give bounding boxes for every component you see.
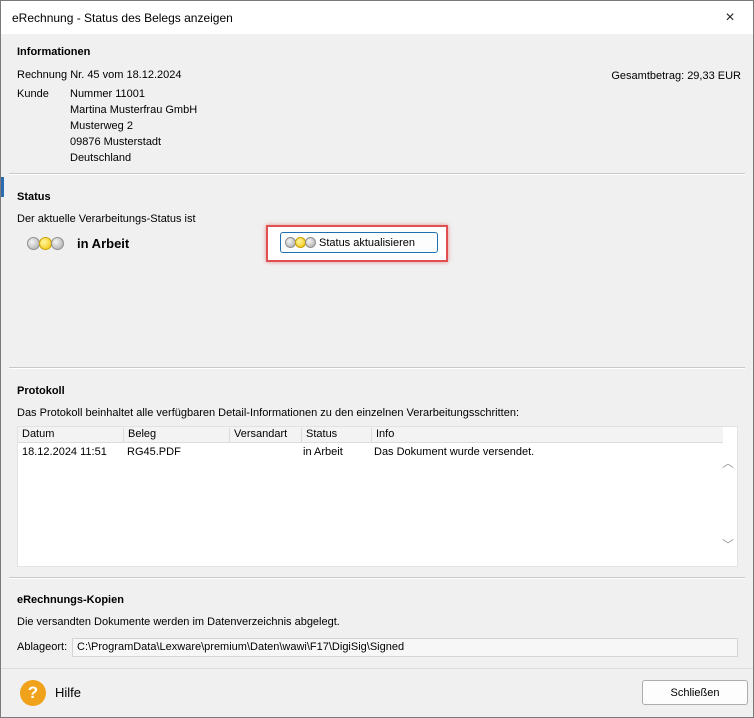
- scroll-down-icon[interactable]: ﹀: [722, 539, 734, 551]
- cell-status: in Arbeit: [303, 446, 343, 458]
- path-label: Ablageort:: [17, 641, 68, 653]
- copies-description: Die versandten Dokumente werden im Daten…: [17, 616, 340, 628]
- storage-path-field[interactable]: C:\ProgramData\Lexware\premium\Daten\waw…: [72, 638, 738, 657]
- column-header-beleg[interactable]: Beleg: [124, 428, 230, 442]
- cell-beleg: RG45.PDF: [127, 446, 181, 458]
- help-icon[interactable]: ?: [20, 680, 46, 706]
- divider: [9, 577, 745, 579]
- copies-heading: eRechnungs-Kopien: [17, 594, 124, 606]
- customer-name: Martina Musterfrau GmbH: [70, 104, 198, 116]
- divider: [9, 173, 745, 175]
- title-bar: eRechnung - Status des Belegs anzeigen ×: [1, 1, 753, 34]
- table-header: Datum Beleg Versandart Status Info: [18, 427, 723, 443]
- protocol-heading: Protokoll: [17, 385, 65, 397]
- cell-info: Das Dokument wurde versendet.: [374, 446, 535, 458]
- status-light-icon: [285, 237, 316, 248]
- status-value: in Arbeit: [77, 236, 130, 251]
- dialog-window: eRechnung - Status des Belegs anzeigen ×…: [0, 0, 754, 718]
- status-description: Der aktuelle Verarbeitungs-Status ist: [17, 213, 196, 225]
- divider: [9, 367, 745, 369]
- close-icon[interactable]: ×: [707, 1, 753, 34]
- window-title: eRechnung - Status des Belegs anzeigen: [12, 11, 233, 25]
- column-header-datum[interactable]: Datum: [18, 428, 124, 442]
- refresh-status-label: Status aktualisieren: [319, 236, 415, 249]
- customer-street: Musterweg 2: [70, 120, 133, 132]
- total-amount: Gesamtbetrag: 29,33 EUR: [611, 70, 741, 82]
- info-heading: Informationen: [17, 46, 91, 58]
- scroll-up-icon[interactable]: ︿: [722, 457, 734, 469]
- protocol-description: Das Protokoll beinhaltet alle verfügbare…: [17, 407, 520, 419]
- column-header-versandart[interactable]: Versandart: [230, 428, 302, 442]
- protocol-table[interactable]: Datum Beleg Versandart Status Info 18.12…: [17, 426, 738, 567]
- refresh-status-button[interactable]: Status aktualisieren: [280, 232, 438, 253]
- help-label[interactable]: Hilfe: [55, 685, 81, 700]
- column-header-status[interactable]: Status: [302, 428, 372, 442]
- customer-label: Kunde: [17, 88, 49, 100]
- invoice-line: Rechnung Nr. 45 vom 18.12.2024: [17, 69, 182, 81]
- column-header-info[interactable]: Info: [372, 428, 723, 442]
- left-edge-marker: [1, 177, 4, 197]
- status-heading: Status: [17, 191, 51, 203]
- cell-datum: 18.12.2024 11:51: [22, 446, 107, 458]
- customer-city: 09876 Musterstadt: [70, 136, 162, 148]
- customer-number: Nummer 11001: [70, 88, 145, 100]
- footer-divider: [1, 668, 753, 669]
- customer-country: Deutschland: [70, 152, 132, 164]
- close-button[interactable]: Schließen: [642, 680, 748, 705]
- status-light-icon: [27, 237, 64, 250]
